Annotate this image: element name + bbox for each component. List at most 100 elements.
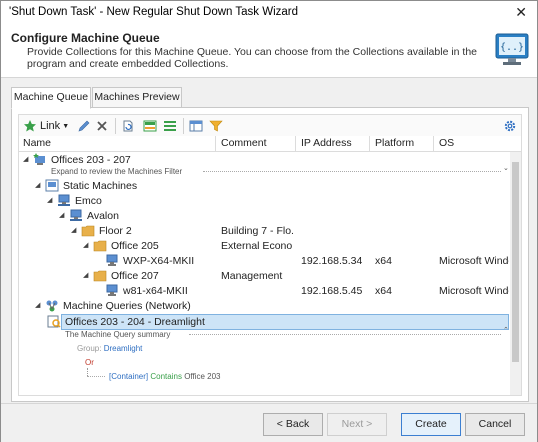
tree-row-root[interactable]: ◢ Offices 203 - 207 — [19, 153, 509, 167]
gear-icon — [504, 120, 516, 132]
window-title: 'Shut Down Task' - New Regular Shut Down… — [9, 6, 299, 18]
column-separator[interactable] — [215, 136, 216, 151]
summary-connector — [87, 368, 89, 376]
tree-label: w81-x64-MKII — [123, 285, 188, 297]
tab-machine-queue[interactable]: Machine Queue — [11, 87, 91, 109]
column-name[interactable]: Name — [23, 137, 51, 149]
collapse-arrow-icon[interactable]: ◢ — [83, 271, 88, 279]
static-machines-icon — [45, 179, 59, 192]
back-button[interactable]: < Back — [263, 413, 323, 436]
tree-label: WXP-X64-MKII — [123, 255, 195, 267]
title-bar: 'Shut Down Task' - New Regular Shut Down… — [1, 1, 537, 25]
tree-row-avalon[interactable]: ◢ Avalon — [19, 209, 509, 223]
next-button[interactable]: Next > — [327, 413, 387, 436]
columns-button[interactable] — [189, 118, 203, 134]
collapse-arrow-icon[interactable]: ◢ — [35, 181, 40, 189]
create-button[interactable]: Create — [401, 413, 461, 436]
column-separator[interactable] — [295, 136, 296, 151]
tree-label: Office 205 — [111, 240, 159, 252]
delete-button[interactable] — [95, 118, 109, 134]
summary-divider — [189, 334, 501, 335]
wizard-header: Configure Machine Queue Provide Collecti… — [1, 25, 537, 78]
column-ip-address[interactable]: IP Address — [301, 137, 352, 149]
comment-cell: External Econo... — [221, 240, 293, 252]
tree-row-machine-queries[interactable]: ◢ Machine Queries (Network) — [19, 299, 509, 313]
close-icon[interactable]: ✕ — [515, 4, 527, 21]
tree-label: Avalon — [87, 210, 119, 222]
network-query-icon — [46, 300, 58, 312]
network-icon — [58, 194, 70, 206]
domain-icon — [70, 209, 82, 221]
refresh-icon — [123, 120, 133, 132]
computer-icon — [106, 254, 118, 266]
expand-all-icon — [143, 120, 157, 132]
column-separator[interactable] — [433, 136, 434, 151]
tree-row-office-207[interactable]: ◢ Office 207 Management — [19, 269, 509, 283]
platform-cell: x64 — [375, 255, 392, 267]
delete-icon — [97, 121, 107, 131]
page-title: Configure Machine Queue — [11, 31, 160, 45]
expand-all-button[interactable] — [143, 118, 157, 134]
link-button[interactable]: Link ▼ — [23, 118, 69, 134]
collapse-arrow-icon[interactable]: ◢ — [59, 211, 64, 219]
os-cell: Microsoft Window — [439, 255, 509, 267]
computer-icon — [106, 284, 118, 296]
collapse-arrow-icon[interactable]: ◢ — [71, 226, 76, 234]
refresh-button[interactable] — [121, 118, 135, 134]
tree-row-dreamlight-query[interactable]: Offices 203 - 204 - Dreamlight — [19, 315, 509, 329]
tree-label: Office 207 — [111, 270, 159, 282]
tree-label: Machine Queries (Network) — [63, 300, 191, 312]
tree-row-office-205[interactable]: ◢ Office 205 External Econo... — [19, 239, 509, 253]
platform-cell: x64 — [375, 285, 392, 297]
wizard-window: 'Shut Down Task' - New Regular Shut Down… — [0, 0, 538, 442]
filter-icon — [209, 120, 223, 132]
tree-row-static-machines[interactable]: ◢ Static Machines — [19, 179, 509, 193]
tree-label: Offices 203 - 207 — [51, 154, 131, 166]
collapse-arrow-icon[interactable]: ◢ — [83, 241, 88, 249]
svg-text:{..}: {..} — [500, 42, 524, 53]
column-comment[interactable]: Comment — [221, 137, 267, 149]
folder-icon — [93, 270, 107, 282]
tree-label: Floor 2 — [99, 225, 132, 237]
machine-queue-root-icon — [33, 153, 45, 165]
machine-queue-panel: Link ▼ Name Comment IP Address Platform … — [11, 107, 529, 402]
tree-row-emco[interactable]: ◢ Emco — [19, 194, 509, 208]
cancel-button[interactable]: Cancel — [465, 413, 525, 436]
column-platform[interactable]: Platform — [375, 137, 414, 149]
machine-queue-icon: {..} — [495, 33, 529, 65]
toolbar-divider — [115, 118, 116, 134]
collapse-summary-chevron-icon[interactable]: ⌃ — [503, 326, 509, 334]
root-hint: Expand to review the Machines Filter — [51, 167, 183, 176]
tree-row-machine[interactable]: w81-x64-MKII 192.168.5.45 x64 Microsoft … — [19, 284, 509, 298]
vertical-scrollbar[interactable] — [510, 152, 521, 395]
collapse-all-button[interactable] — [163, 118, 177, 134]
query-summary-caption: The Machine Query summary — [65, 330, 171, 339]
expand-hint-chevron-icon[interactable]: ⌄ — [503, 164, 509, 172]
summary-group-value: Dreamlight — [103, 344, 143, 353]
collapse-arrow-icon[interactable]: ◢ — [35, 301, 40, 309]
filter-button[interactable] — [209, 118, 223, 134]
comment-cell: Management — [221, 270, 283, 282]
summary-group-line: Group: Dreamlight — [77, 344, 142, 353]
edit-button[interactable] — [77, 118, 91, 134]
summary-or: Or — [85, 358, 94, 367]
tree-row-floor-2[interactable]: ◢ Floor 2 Building 7 - Flo... — [19, 224, 509, 238]
scrollbar-thumb[interactable] — [512, 162, 519, 362]
ip-cell: 192.168.5.34 — [301, 255, 363, 267]
settings-button[interactable] — [503, 118, 517, 134]
tab-machines-preview[interactable]: Machines Preview — [92, 87, 182, 108]
toolbar: Link ▼ — [18, 114, 522, 138]
column-header: Name Comment IP Address Platform OS — [19, 136, 521, 152]
column-os[interactable]: OS — [439, 137, 454, 149]
summary-rule: [Container] Contains Office 203 — [109, 372, 221, 381]
comment-cell: Building 7 - Flo... — [221, 225, 293, 237]
wizard-footer: < Back Next > Create Cancel — [1, 403, 537, 442]
summary-target: Office 203 — [184, 372, 221, 381]
page-description: Provide Collections for this Machine Que… — [27, 46, 478, 70]
collapse-arrow-icon[interactable]: ◢ — [23, 155, 28, 163]
chevron-down-icon: ▼ — [62, 122, 70, 130]
link-label: Link — [40, 120, 61, 132]
collapse-arrow-icon[interactable]: ◢ — [47, 196, 52, 204]
tree-row-machine[interactable]: WXP-X64-MKII 192.168.5.34 x64 Microsoft … — [19, 254, 509, 268]
column-separator[interactable] — [369, 136, 370, 151]
